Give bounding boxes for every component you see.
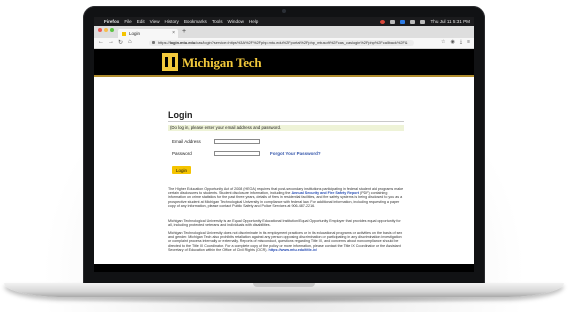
login-notice: (Do log in, please enter your email addr… (168, 125, 404, 131)
email-label: Email Address (172, 139, 201, 144)
tab-title: Login (129, 31, 141, 36)
menu-help[interactable]: Help (249, 19, 258, 24)
heoa-disclosure-text: The Higher Education Opportunity Act of … (168, 187, 404, 208)
url-bar[interactable]: https://login.mtu.edu/cas/login?service=… (149, 40, 414, 46)
camera-icon (282, 9, 286, 13)
site-brand[interactable]: Michigan Tech (182, 55, 262, 71)
browser-tab-bar: Login × + (94, 26, 474, 38)
menu-icon[interactable]: ≡ (467, 39, 470, 45)
forward-icon[interactable]: → (108, 39, 114, 45)
mtu-block-m-logo-icon[interactable] (162, 53, 178, 71)
tab-login[interactable]: Login × (118, 29, 178, 38)
url-domain: login.mtu.edu (169, 40, 196, 45)
laptop-shadow (40, 296, 528, 304)
zoom-window-icon[interactable] (110, 28, 114, 32)
equal-opportunity-text: Michigan Technological University is an … (168, 219, 401, 228)
laptop-base (4, 283, 564, 297)
page-title: Login (168, 110, 193, 120)
reload-icon[interactable]: ↻ (118, 39, 123, 46)
toolbar-right: ☆ ◉ ⤓ ≡ (441, 39, 470, 45)
menu-file[interactable]: File (124, 19, 131, 24)
laptop-notch (253, 283, 315, 287)
site-header: Michigan Tech (94, 49, 474, 75)
pocket-icon[interactable]: ◉ (450, 39, 454, 45)
favicon-icon (122, 31, 126, 36)
bookmark-icon[interactable]: ☆ (441, 39, 445, 45)
menu-history[interactable]: History (165, 19, 179, 24)
menu-app-name[interactable]: Firefox (104, 19, 119, 24)
status-dropbox-icon[interactable] (389, 19, 395, 24)
password-label: Password (172, 151, 192, 156)
divider (168, 121, 404, 122)
back-icon[interactable]: ← (98, 39, 104, 45)
url-path: /cas/login?service=https%3A%2F%2Fphp.mtu… (195, 40, 408, 45)
macos-menubar: Firefox File Edit View History Bookmarks… (94, 17, 474, 26)
login-content: Login (Do log in, please enter your emai… (164, 77, 407, 257)
web-page: Michigan Tech Login (Do log in, please e… (94, 49, 474, 272)
menubar-status: Thu Jul 11 5:31 PM (379, 17, 471, 26)
menu-view[interactable]: View (150, 19, 160, 24)
login-button[interactable]: Login (172, 166, 191, 174)
battery-icon[interactable] (419, 19, 425, 24)
wifi-icon[interactable] (409, 19, 415, 24)
url-prefix: https:// (158, 40, 170, 45)
status-app-icon[interactable] (379, 19, 385, 24)
minimize-window-icon[interactable] (104, 28, 108, 32)
scene-background: Firefox File Edit View History Bookmarks… (0, 0, 568, 312)
lock-icon (152, 41, 155, 44)
menu-edit[interactable]: Edit (137, 19, 145, 24)
downloads-icon[interactable]: ⤓ (460, 39, 462, 45)
menu-tools[interactable]: Tools (212, 19, 223, 24)
email-field[interactable] (214, 139, 260, 144)
browser-nav-bar: ← → ↻ ⌂ https://login.mtu.edu/cas/login?… (94, 38, 474, 49)
menu-bookmarks[interactable]: Bookmarks (184, 19, 207, 24)
close-window-icon[interactable] (98, 28, 102, 32)
new-tab-button[interactable]: + (182, 28, 186, 35)
laptop-lid: Firefox File Edit View History Bookmarks… (83, 6, 485, 284)
close-tab-icon[interactable]: × (172, 30, 175, 36)
title-ix-link[interactable]: https://www.mtu.edu/title-ix/ (269, 248, 317, 252)
forgot-password-link[interactable]: Forgot Your Password? (270, 151, 321, 156)
window-controls (98, 28, 114, 32)
menubar-clock[interactable]: Thu Jul 11 5:31 PM (431, 19, 471, 24)
laptop-screen: Firefox File Edit View History Bookmarks… (94, 17, 474, 272)
password-field[interactable] (214, 151, 260, 156)
home-icon[interactable]: ⌂ (128, 39, 132, 45)
title-ix-text: Michigan Technological University does n… (168, 231, 404, 252)
status-bluetooth-icon[interactable] (399, 19, 405, 24)
menu-window[interactable]: Window (228, 19, 244, 24)
site-footer (94, 264, 474, 272)
